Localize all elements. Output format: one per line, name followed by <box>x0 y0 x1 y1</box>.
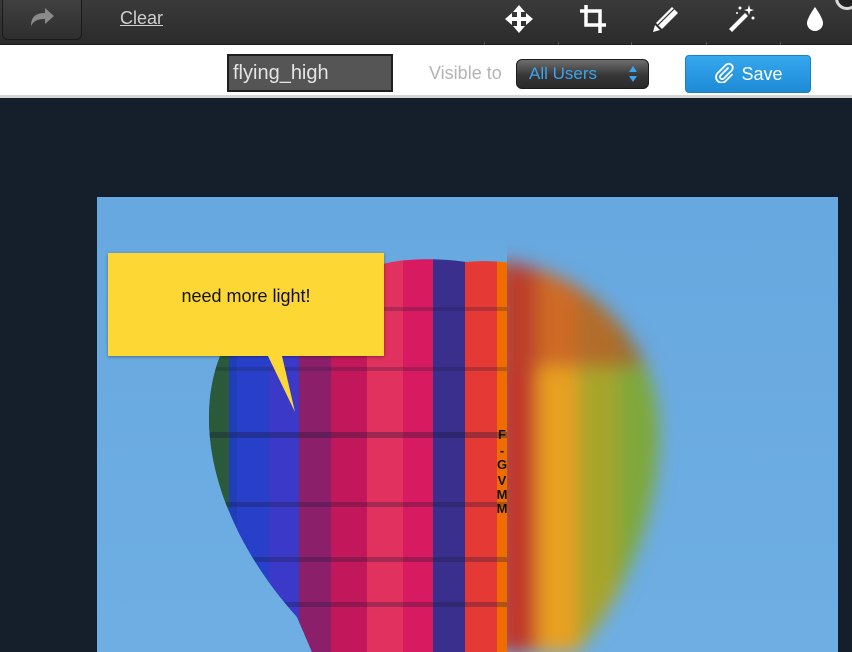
svg-text:M: M <box>497 487 508 502</box>
move-icon <box>505 4 533 38</box>
magic-wand-tool-button[interactable] <box>711 0 771 42</box>
move-tool-button[interactable] <box>489 0 549 42</box>
annotation-note[interactable]: need more light! <box>108 253 384 356</box>
title-input[interactable] <box>227 54 393 92</box>
crop-tool-button[interactable] <box>563 0 623 42</box>
visibility-select[interactable]: All Users <box>516 59 649 89</box>
redo-button[interactable] <box>2 0 82 40</box>
svg-text:-: - <box>500 443 504 458</box>
svg-text:G: G <box>497 457 507 472</box>
redo-icon <box>28 6 56 33</box>
annotation-pointer <box>268 356 295 412</box>
crop-icon <box>580 4 606 38</box>
droplet-tool-button[interactable] <box>785 0 845 42</box>
svg-text:M: M <box>497 501 508 516</box>
pencil-tool-button[interactable] <box>636 0 696 42</box>
magic-wand-icon <box>727 4 755 38</box>
annotation-text: need more light! <box>181 286 311 306</box>
paperclip-icon <box>713 61 735 88</box>
editor-bar: Visible to All Users Save <box>0 45 852 95</box>
svg-text:V: V <box>498 473 507 488</box>
top-toolbar: Clear <box>0 0 852 45</box>
save-label: Save <box>741 63 783 84</box>
droplet-icon <box>805 6 825 37</box>
visible-to-label: Visible to <box>429 63 502 83</box>
select-arrows-icon <box>628 65 638 83</box>
balloon-registration: F - G V M M <box>497 427 508 516</box>
save-button[interactable]: Save <box>685 55 811 93</box>
pencil-icon <box>653 6 679 37</box>
clear-link[interactable]: Clear <box>120 8 163 29</box>
svg-text:F: F <box>498 427 506 442</box>
visibility-selected-value: All Users <box>529 64 598 83</box>
